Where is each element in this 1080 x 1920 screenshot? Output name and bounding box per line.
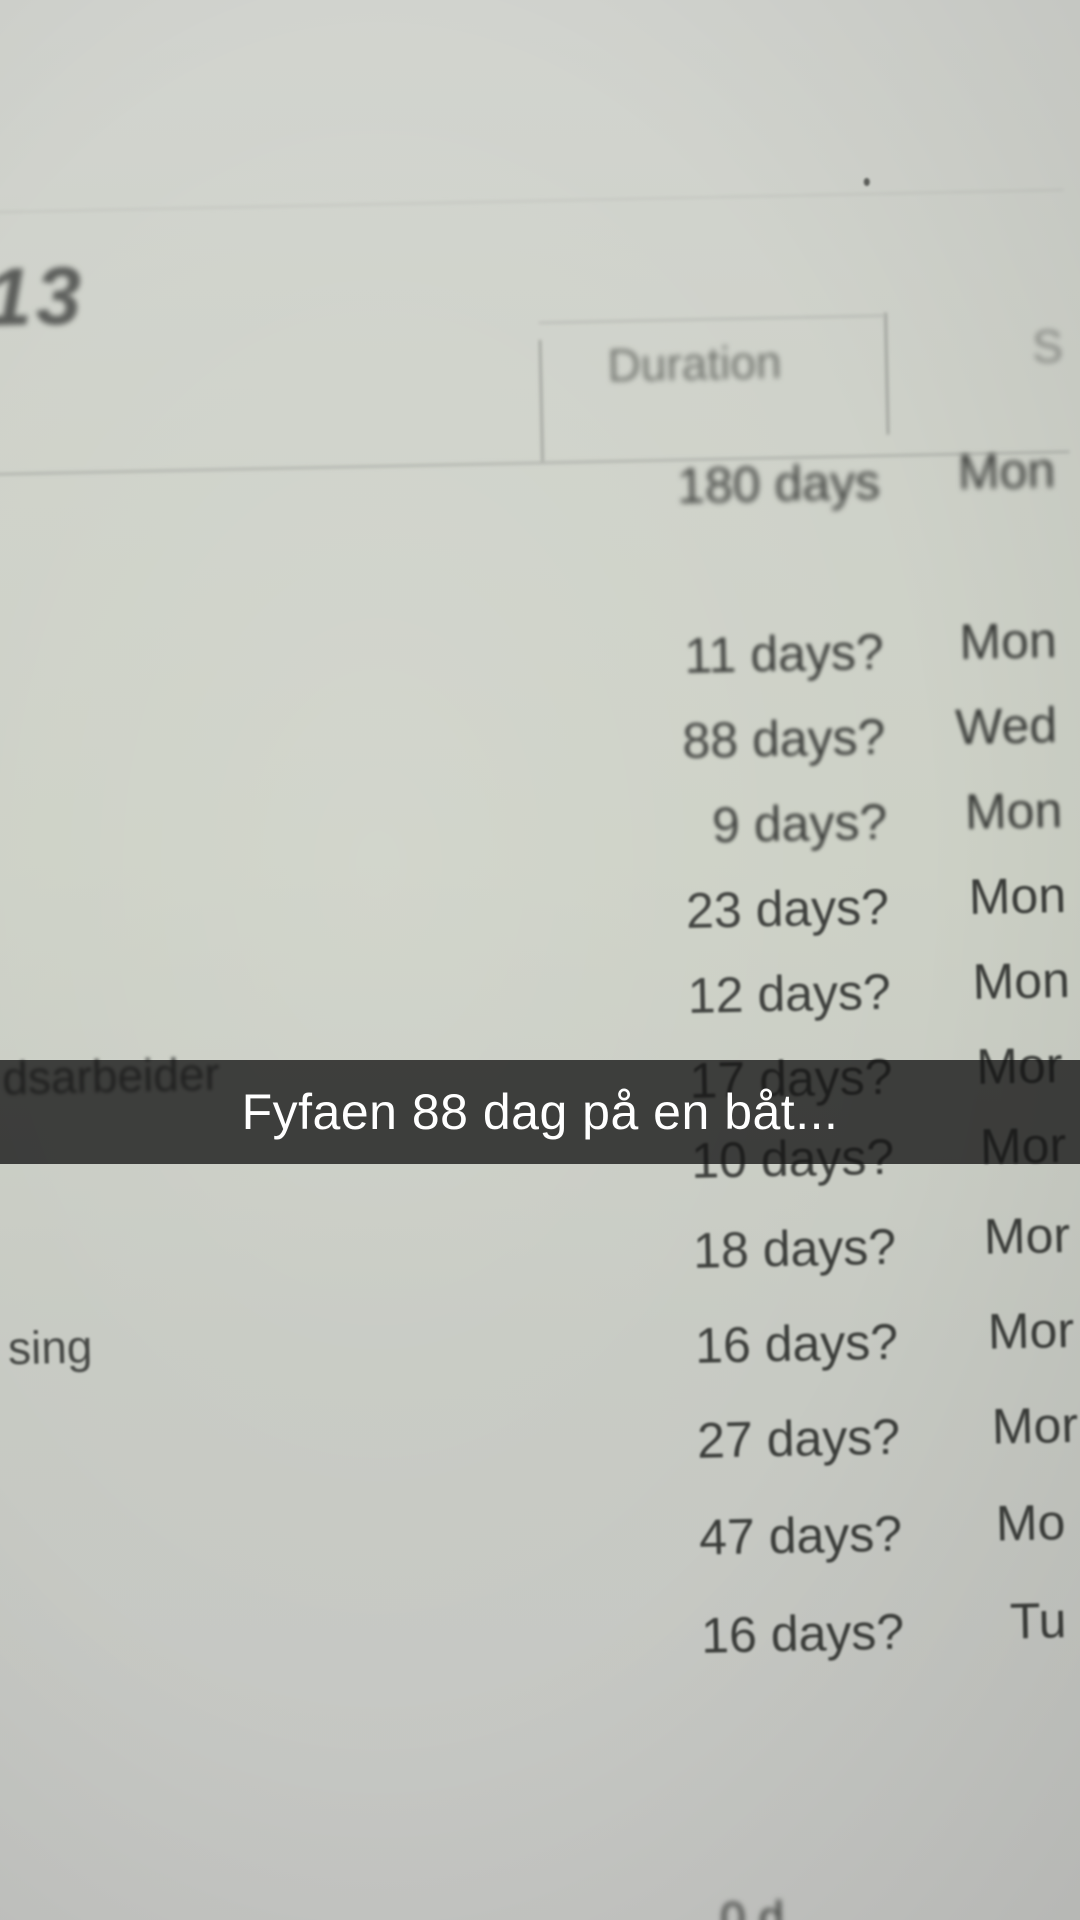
caption-bar: Fyfaen 88 dag på en båt... xyxy=(0,1060,1080,1164)
duration-cell: 9 days? xyxy=(711,793,888,854)
next-header-fragment: S xyxy=(1031,319,1064,373)
duration-cell: 23 days? xyxy=(685,878,890,939)
start-day-cell: Tu xyxy=(1009,1592,1068,1650)
start-day-cell: Mor xyxy=(991,1396,1079,1455)
duration-cell: 16 days? xyxy=(700,1603,905,1664)
start-day-cell: Mor xyxy=(987,1301,1075,1360)
caption-text: Fyfaen 88 dag på en båt... xyxy=(241,1084,839,1140)
start-day-cell: Wed xyxy=(954,697,1058,756)
start-day-cell: Mon xyxy=(971,951,1071,1010)
header-divider-right xyxy=(884,312,890,435)
header-rule xyxy=(0,450,1070,476)
bottom-text-fragment: 0 d xyxy=(719,1891,785,1920)
start-day-cell: Mon xyxy=(968,866,1067,926)
duration-cell: 88 days? xyxy=(681,708,886,769)
start-day-cell: Mon xyxy=(957,442,1056,501)
duration-cell: 12 days? xyxy=(687,963,892,1024)
start-day-cell: Mor xyxy=(983,1206,1071,1265)
header-cell-top xyxy=(538,314,885,324)
printed-paper: 13 Duration S 180 days Mon 11 days? Mon … xyxy=(0,0,1080,1920)
page-number: 13 xyxy=(0,250,87,344)
duration-header: Duration xyxy=(607,335,782,392)
top-rule xyxy=(0,188,1065,214)
start-day-cell: Mon xyxy=(958,612,1058,671)
duration-cell: 18 days? xyxy=(692,1218,897,1279)
start-day-cell: Mo xyxy=(995,1494,1066,1552)
duration-cell: 180 days xyxy=(676,453,881,515)
photo-background: 13 Duration S 180 days Mon 11 days? Mon … xyxy=(0,0,1080,1920)
duration-cell: 16 days? xyxy=(694,1313,899,1374)
ink-speck xyxy=(863,177,870,187)
duration-cell: 47 days? xyxy=(698,1505,903,1566)
task-name-fragment: sing xyxy=(7,1320,93,1375)
header-divider-left xyxy=(539,339,544,462)
duration-cell: 27 days? xyxy=(696,1408,901,1469)
duration-cell: 11 days? xyxy=(683,623,885,684)
start-day-cell: Mon xyxy=(964,782,1063,841)
